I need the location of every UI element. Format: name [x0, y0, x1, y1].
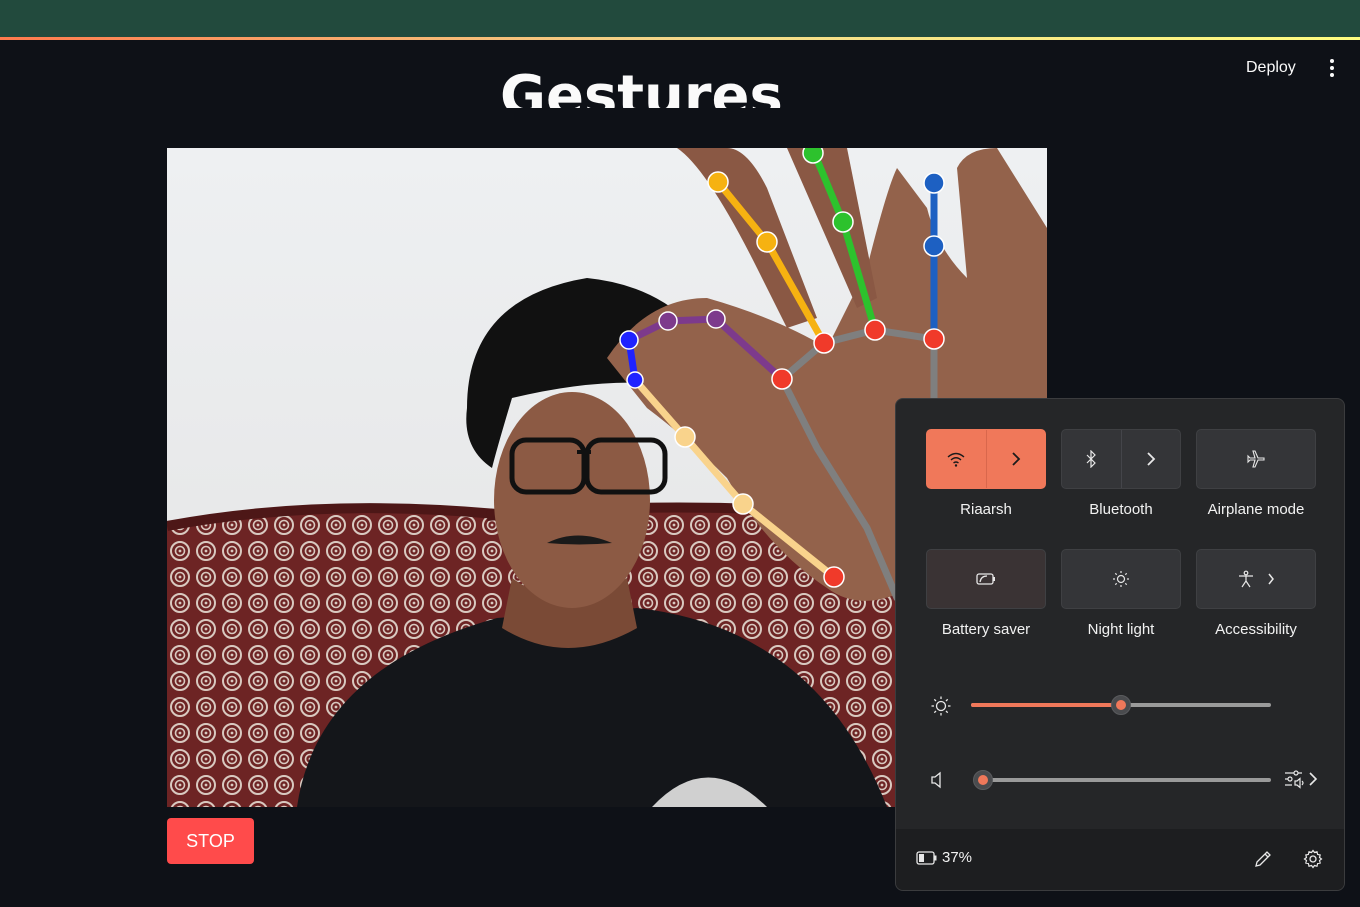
bluetooth-icon — [1086, 450, 1097, 468]
accessibility-tile[interactable] — [1196, 549, 1316, 609]
battery-percentage[interactable]: 37% — [942, 849, 972, 866]
audio-output-selector[interactable] — [1284, 769, 1318, 789]
volume-slider-thumb[interactable] — [973, 770, 993, 790]
accessibility-chevron-icon[interactable] — [1267, 573, 1275, 585]
wifi-expand-chevron-icon[interactable] — [987, 430, 1046, 488]
page-title: Gestures — [500, 64, 783, 108]
brightness-slider-fill — [971, 703, 1121, 707]
bluetooth-expand-chevron-icon[interactable] — [1122, 430, 1181, 488]
airplane-mode-tile-label: Airplane mode — [1207, 501, 1305, 518]
app-header-bar — [0, 0, 1360, 37]
battery-saver-tile[interactable] — [926, 549, 1046, 609]
quick-settings-footer: 37% — [896, 829, 1344, 890]
brightness-icon — [931, 696, 951, 716]
volume-slider-track[interactable] — [983, 778, 1271, 782]
wifi-toggle[interactable] — [927, 430, 986, 488]
brightness-slider-thumb[interactable] — [1111, 695, 1131, 715]
battery-icon[interactable] — [916, 851, 938, 865]
wifi-icon — [947, 452, 965, 467]
bluetooth-toggle[interactable] — [1062, 430, 1121, 488]
accessibility-icon — [1239, 570, 1253, 588]
night-light-tile-label: Night light — [1087, 621, 1155, 638]
night-light-icon — [1113, 571, 1129, 587]
wifi-tile[interactable] — [926, 429, 1046, 489]
settings-gear-icon[interactable] — [1303, 849, 1323, 869]
stop-button[interactable]: STOP — [167, 818, 254, 864]
wifi-tile-label: Riaarsh — [960, 501, 1012, 518]
speaker-muted-icon[interactable] — [930, 771, 946, 789]
accessibility-tile-label: Accessibility — [1215, 621, 1297, 638]
audio-mixer-icon — [1285, 770, 1304, 789]
night-light-tile[interactable] — [1061, 549, 1181, 609]
main-menu-icon[interactable] — [1322, 57, 1342, 79]
battery-saver-tile-label: Battery saver — [941, 621, 1031, 638]
audio-expand-chevron-icon — [1309, 772, 1318, 786]
airplane-mode-tile[interactable] — [1196, 429, 1316, 489]
bluetooth-tile-label: Bluetooth — [1089, 501, 1153, 518]
page-title-container: Gestures — [0, 40, 1214, 108]
battery-saver-icon — [976, 573, 995, 585]
edit-pencil-icon[interactable] — [1253, 849, 1273, 869]
bluetooth-tile[interactable] — [1061, 429, 1181, 489]
quick-settings-panel: Riaarsh Bluetooth Airplane mode Battery … — [895, 398, 1345, 891]
deploy-button[interactable]: Deploy — [1238, 56, 1304, 80]
airplane-icon — [1247, 450, 1265, 468]
